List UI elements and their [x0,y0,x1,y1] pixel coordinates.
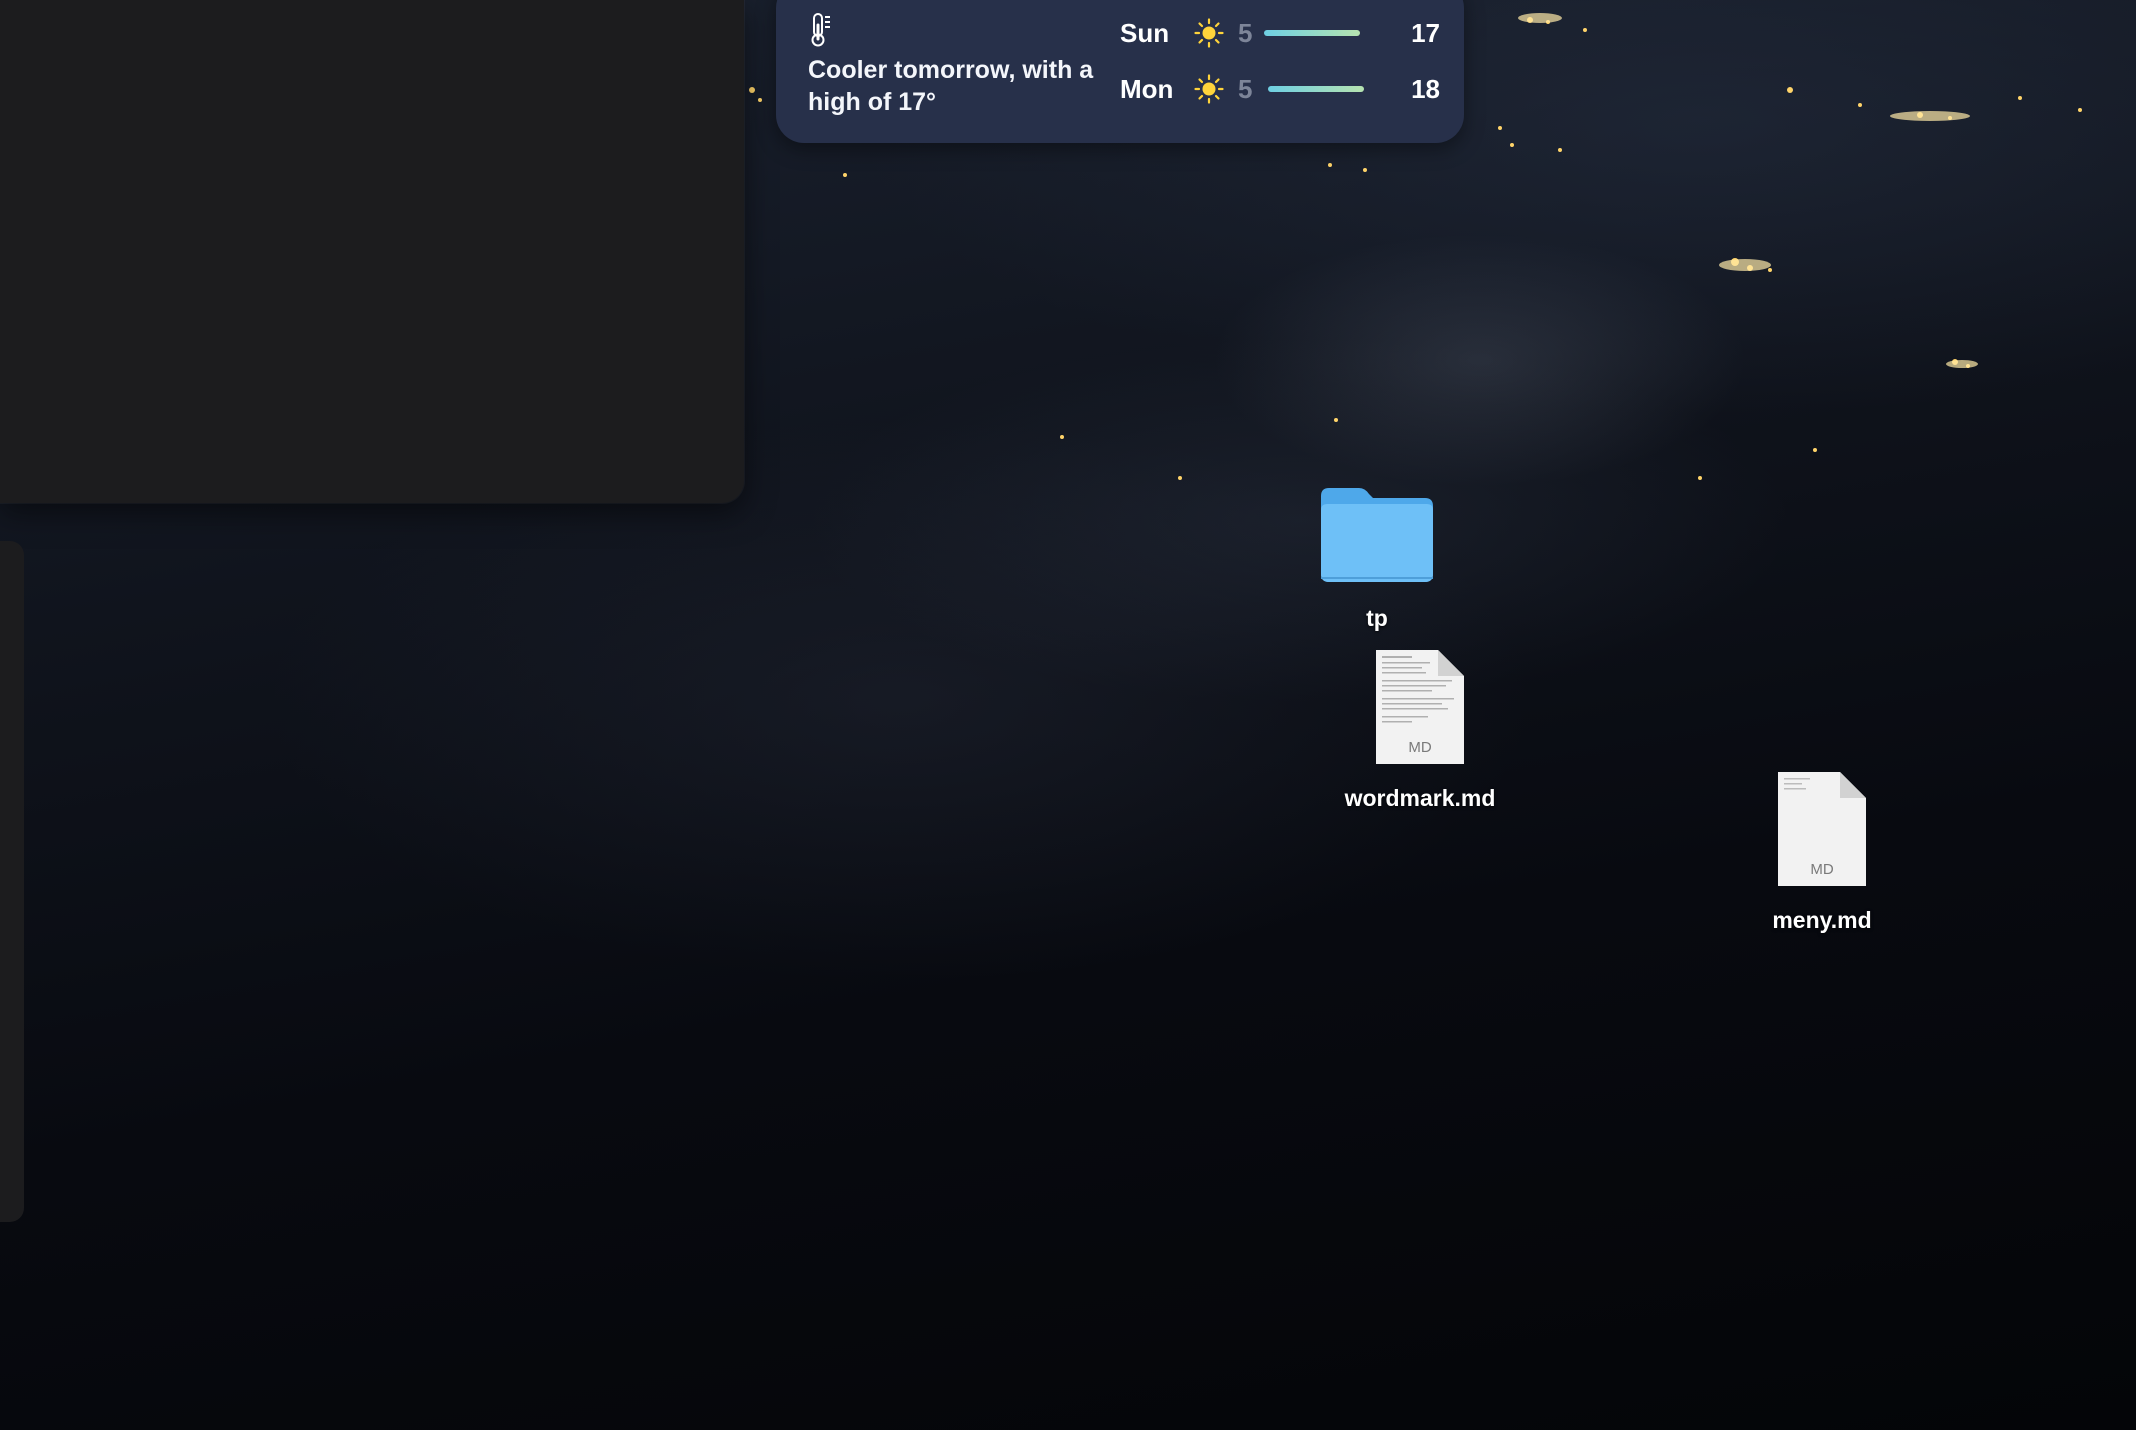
forecast-day: Mon [1120,74,1174,104]
desktop-file-meny[interactable]: MD meny.md [1742,770,1902,935]
file-type-badge: MD [1810,861,1833,878]
document-icon: MD [1376,650,1464,764]
temperature-range-bar [1268,86,1364,92]
desktop-file-wordmark[interactable]: MD wordmark.md [1322,648,1518,813]
dark-window-background[interactable] [0,0,744,503]
side-panel-edge[interactable] [0,541,24,1222]
thermometer-icon [811,13,830,47]
desktop-item-label: wordmark.md [1344,785,1496,811]
desktop-folder-tp[interactable]: tp [1297,482,1457,633]
forecast-low: 5 [1238,74,1253,104]
file-type-badge: MD [1408,739,1431,756]
sun-icon [1194,74,1224,104]
desktop-item-label: tp [1366,605,1388,631]
weather-summary: Cooler tomorrow, with a high of 17° [808,56,1094,116]
folder-icon [1321,488,1433,582]
sun-icon [1194,18,1224,48]
forecast-low: 5 [1238,18,1253,48]
forecast-row-mon: Mon 5 18 [1120,71,1440,107]
forecast-high: 17 [1411,18,1440,48]
document-icon: MD [1778,772,1866,886]
forecast-high: 18 [1411,74,1440,104]
forecast-row-sun: Sun 5 17 [1120,15,1440,51]
desktop-item-label: meny.md [1772,907,1872,933]
temperature-range-bar [1264,30,1360,36]
forecast-day: Sun [1120,18,1170,48]
weather-widget[interactable]: Cooler tomorrow, with a high of 17° Sun … [776,0,1464,143]
